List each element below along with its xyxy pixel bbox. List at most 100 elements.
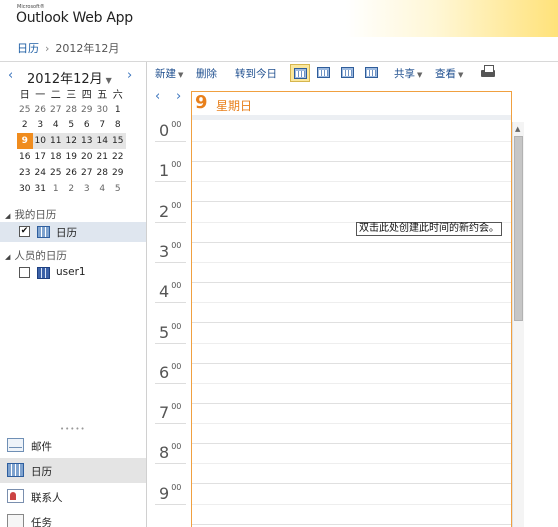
next-day-icon[interactable]: › (176, 89, 181, 104)
date-cell[interactable]: 14 (94, 133, 110, 150)
date-cell[interactable]: 6 (79, 118, 95, 134)
date-cell[interactable]: 3 (79, 181, 95, 197)
date-cell[interactable]: 30 (17, 181, 33, 197)
app-header: Microsoft® Outlook Web App (0, 0, 558, 37)
date-cell[interactable]: 4 (48, 118, 64, 134)
delete-button[interactable]: 删除 (196, 66, 217, 81)
nav-contacts-label: 联系人 (31, 492, 63, 504)
date-cell[interactable]: 20 (79, 149, 95, 165)
breadcrumb-current: 2012年12月 (55, 42, 120, 55)
hour-slot-line (192, 523, 511, 525)
date-cell[interactable]: 4 (95, 181, 111, 197)
new-button[interactable]: 新建 ▼ (155, 66, 183, 81)
date-cell[interactable]: 27 (48, 102, 64, 118)
half-hour-slot-line (192, 503, 511, 505)
date-cell[interactable]: 28 (64, 102, 80, 118)
date-cell[interactable]: 26 (64, 165, 80, 181)
nav-calendar[interactable]: 日历 (0, 458, 146, 483)
date-cell[interactable]: 16 (17, 149, 33, 165)
calendar-item-user1[interactable]: user1 (0, 263, 146, 283)
go-to-today-button[interactable]: 转到今日 (235, 66, 277, 81)
mini-calendar-prev-icon[interactable]: ‹ (8, 68, 13, 83)
hour-slot-line (192, 322, 511, 324)
date-cell[interactable]: 31 (33, 181, 49, 197)
week-view-icon (341, 67, 354, 78)
date-cell[interactable]: 1 (110, 102, 126, 118)
week-row: 2 3 4 5 6 7 8 (17, 118, 126, 134)
view-menu-button[interactable]: 查看 ▼ (435, 66, 463, 81)
print-icon[interactable] (481, 65, 495, 79)
month-view-button[interactable] (362, 64, 382, 82)
date-cell[interactable]: 25 (17, 102, 33, 118)
hour-label: 0 00 (159, 120, 181, 140)
all-day-strip[interactable] (192, 115, 511, 120)
calendar-item-label: 日历 (56, 227, 77, 239)
date-cell[interactable]: 8 (110, 118, 126, 134)
weekday-label: 三 (66, 90, 77, 102)
date-cell[interactable]: 12 (63, 133, 79, 150)
work-week-view-button[interactable] (314, 64, 334, 82)
hour-label: 6 00 (159, 362, 181, 382)
date-cell[interactable]: 29 (79, 102, 95, 118)
date-cell[interactable]: 30 (95, 102, 111, 118)
date-cell[interactable]: 18 (48, 149, 64, 165)
date-cell[interactable]: 22 (110, 149, 126, 165)
date-cell[interactable]: 10 (32, 133, 48, 150)
shared-calendar-icon (37, 267, 50, 279)
calendar-checkbox[interactable] (19, 267, 30, 278)
calendar-checkbox[interactable]: ✔ (19, 226, 30, 237)
share-label: 共享 (394, 68, 415, 80)
my-calendars-group[interactable]: ◢ 我的日历 (5, 207, 56, 222)
date-cell[interactable]: 25 (48, 165, 64, 181)
chevron-down-icon: ▼ (178, 71, 184, 79)
hour-number: 7 (159, 403, 170, 423)
calendar-item-mine[interactable]: ✔ 日历 (0, 222, 146, 242)
half-hour-slot-line (192, 342, 511, 344)
nav-contacts[interactable]: 联系人 (0, 484, 146, 509)
share-button[interactable]: 共享 ▼ (394, 66, 422, 81)
date-cell[interactable]: 23 (17, 165, 33, 181)
tasks-icon (7, 514, 24, 527)
nav-mail[interactable]: 邮件 (0, 433, 146, 458)
vertical-scrollbar[interactable]: ▲ (512, 122, 524, 527)
date-cell[interactable]: 2 (64, 181, 80, 197)
hour-minutes: 00 (171, 240, 182, 250)
date-cell[interactable]: 3 (33, 118, 49, 134)
scroll-up-icon[interactable]: ▲ (515, 125, 520, 133)
day-column[interactable]: 9 星期日 (191, 91, 512, 527)
mini-calendar-month-title[interactable]: 2012年12月 ▼ (27, 68, 112, 87)
date-cell[interactable]: 2 (17, 118, 33, 134)
date-cell[interactable]: 5 (110, 181, 126, 197)
people-calendars-group[interactable]: ◢ 人员的日历 (5, 248, 67, 263)
mini-calendar-next-icon[interactable]: › (127, 68, 132, 83)
week-view-button[interactable] (338, 64, 358, 82)
breadcrumb-calendar-link[interactable]: 日历 (17, 42, 39, 55)
hour-divider (155, 261, 186, 263)
date-cell[interactable]: 28 (95, 165, 111, 181)
half-hour-slot-line (192, 141, 511, 142)
date-cell[interactable]: 21 (95, 149, 111, 165)
date-cell-today[interactable]: 9 (17, 133, 33, 150)
date-cell[interactable]: 26 (33, 102, 49, 118)
date-cell[interactable]: 7 (95, 118, 111, 134)
nav-tasks[interactable]: 任务 (0, 509, 146, 527)
date-cell[interactable]: 29 (110, 165, 126, 181)
scrollbar-thumb[interactable] (514, 136, 523, 321)
date-cell[interactable]: 15 (110, 133, 126, 150)
date-cell[interactable]: 13 (79, 133, 95, 150)
date-cell[interactable]: 19 (64, 149, 80, 165)
date-cell[interactable]: 17 (33, 149, 49, 165)
day-view-button[interactable] (290, 64, 310, 82)
prev-day-icon[interactable]: ‹ (155, 89, 160, 104)
date-cell[interactable]: 27 (79, 165, 95, 181)
date-cell[interactable]: 1 (48, 181, 64, 197)
date-cell[interactable]: 5 (64, 118, 80, 134)
nav-calendar-label: 日历 (31, 466, 52, 478)
hour-divider (155, 181, 186, 183)
nav-tasks-label: 任务 (31, 517, 52, 527)
selected-week-row: 9 10 11 12 13 14 15 (17, 133, 126, 150)
hour-number: 9 (159, 483, 170, 503)
date-cell[interactable]: 24 (33, 165, 49, 181)
date-cell[interactable]: 11 (48, 133, 64, 150)
pane-resize-handle[interactable]: ••••• (60, 425, 86, 433)
